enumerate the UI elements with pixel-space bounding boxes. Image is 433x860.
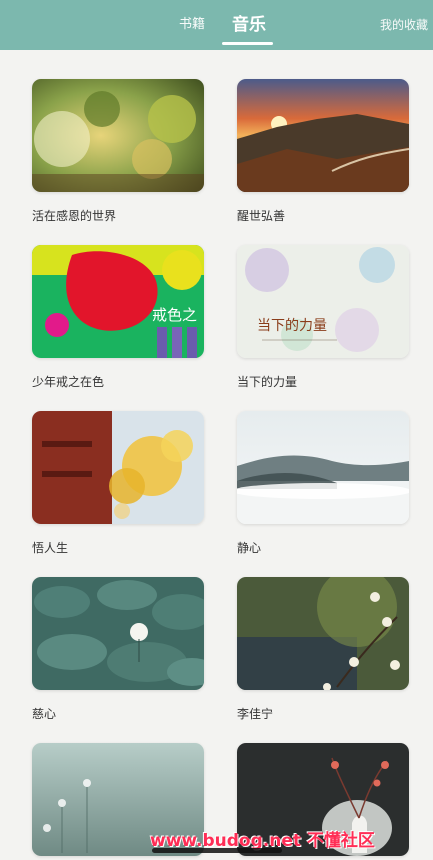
album-cover-plum-blossom[interactable] xyxy=(237,577,409,690)
album-title: 少年戒之在色 xyxy=(32,375,105,389)
album-card[interactable]: 醒世弘善 xyxy=(237,79,409,223)
album-cover-temple-ginkgo[interactable] xyxy=(32,411,204,524)
tab-books[interactable]: 书籍 xyxy=(179,0,205,50)
album-card[interactable]: 慈心 xyxy=(32,577,204,721)
album-cover-lotus[interactable] xyxy=(32,577,204,690)
album-title: 静心 xyxy=(237,541,262,555)
album-card[interactable]: 戒色之 少年戒之在色 xyxy=(32,245,204,389)
album-card[interactable]: 当下的力量 当下的力量 xyxy=(237,245,409,389)
album-title: 当下的力量 xyxy=(237,375,298,389)
cover-overlay-text: 当下的力量 xyxy=(257,318,327,334)
album-title: 慈心 xyxy=(32,707,57,721)
cover-overlay-text: 戒色之 xyxy=(152,306,197,324)
album-title: 醒世弘善 xyxy=(237,209,286,223)
album-cover-misty-mountains[interactable] xyxy=(237,411,409,524)
album-cover-ginkgo[interactable] xyxy=(32,79,204,192)
album-title: 李佳宁 xyxy=(237,707,274,721)
album-cover-power-of-now[interactable]: 当下的力量 xyxy=(237,245,409,358)
album-cover-colorful-splash[interactable]: 戒色之 xyxy=(32,245,204,358)
album-title: 活在感恩的世界 xyxy=(32,209,117,223)
album-card[interactable]: 静心 xyxy=(237,411,409,555)
top-tab-bar: 书籍 音乐 我的收藏 xyxy=(0,0,433,50)
album-card[interactable]: 活在感恩的世界 xyxy=(32,79,204,223)
home-indicator[interactable] xyxy=(152,848,282,853)
album-card[interactable]: 李佳宁 xyxy=(237,577,409,721)
album-title: 悟人生 xyxy=(32,541,69,555)
album-grid: 活在感恩的世界 醒世弘善 戒色之 少年戒之在色 当下的力量 当下的力量 悟人生 … xyxy=(0,50,433,860)
album-card[interactable]: 悟人生 xyxy=(32,411,204,555)
album-cover-great-wall-sunset[interactable] xyxy=(237,79,409,192)
active-tab-indicator xyxy=(222,42,273,45)
tab-favorites[interactable]: 我的收藏 xyxy=(380,0,428,50)
